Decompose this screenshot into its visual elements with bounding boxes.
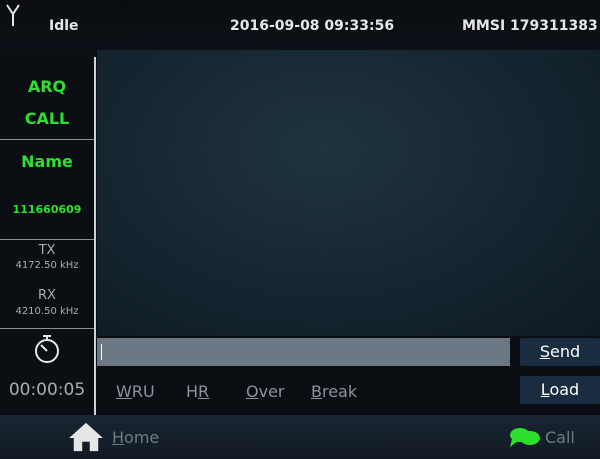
call-timer: 00:00:05 <box>8 380 86 400</box>
hr-button[interactable]: HR <box>186 382 209 401</box>
call-label: Call <box>545 428 575 447</box>
datetime-text: 2016-09-08 09:33:56 <box>230 18 395 34</box>
separator <box>0 328 94 329</box>
rx-label: RX <box>38 288 56 303</box>
text-caret <box>101 344 102 360</box>
send-button[interactable]: Send <box>520 338 600 366</box>
home-label: Home <box>112 428 160 447</box>
sidebar-divider <box>94 57 96 415</box>
separator <box>0 239 94 240</box>
mmsi-text: MMSI 179311383 <box>462 18 598 34</box>
top-status-bar: Idle 2016-09-08 09:33:56 MMSI 179311383 <box>0 0 600 50</box>
rx-frequency: 4210.50 kHz <box>15 306 79 317</box>
chat-bubbles-icon <box>510 428 540 447</box>
home-icon <box>69 422 103 452</box>
tx-frequency: 4172.50 kHz <box>15 260 79 271</box>
message-area <box>97 50 600 336</box>
load-button[interactable]: Load <box>520 376 600 404</box>
call-mode-line2: CALL <box>24 109 70 128</box>
name-value: 111660609 <box>12 203 82 216</box>
antenna-icon <box>6 4 20 26</box>
message-input[interactable] <box>97 338 510 366</box>
separator <box>0 139 94 140</box>
name-label: Name <box>21 152 73 171</box>
bottom-nav-bar: Home Call <box>0 415 600 459</box>
over-button[interactable]: Over <box>246 382 284 401</box>
call-info-sidebar: ARQ CALL Name 111660609 TX 4172.50 kHz R… <box>0 50 96 415</box>
stopwatch-icon <box>35 335 59 363</box>
call-mode-line1: ARQ <box>27 77 67 96</box>
tx-label: TX <box>38 243 56 258</box>
status-text: Idle <box>49 18 79 34</box>
break-button[interactable]: Break <box>311 382 357 401</box>
wru-button[interactable]: WRU <box>116 382 155 401</box>
